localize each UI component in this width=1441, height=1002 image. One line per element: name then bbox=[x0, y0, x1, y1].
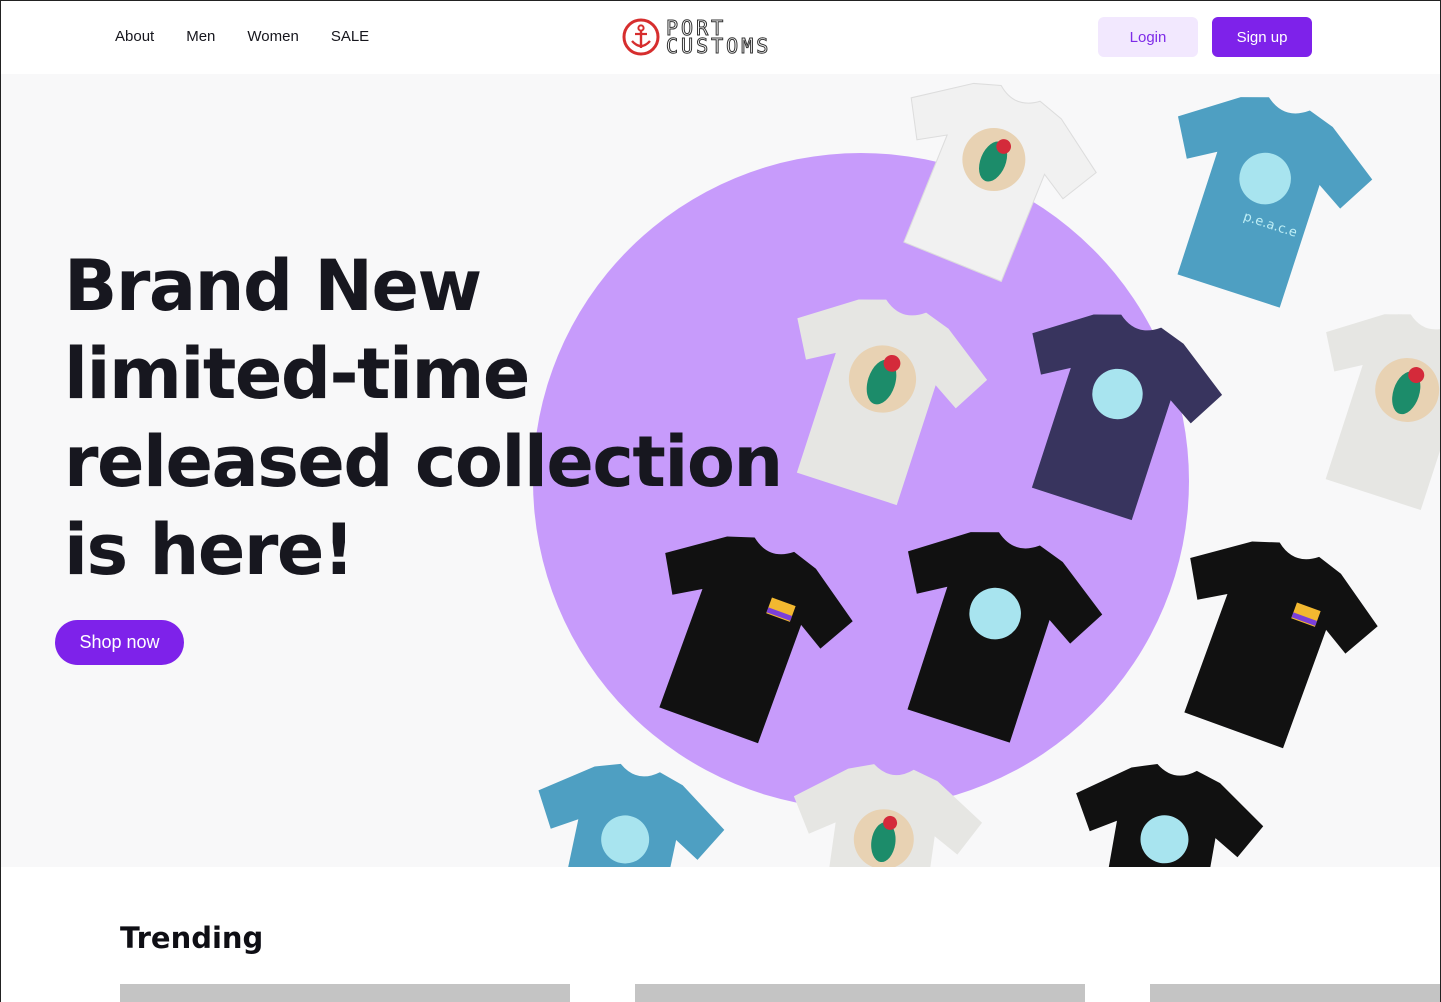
page: About Men Women SALE PORT CUSTOMS Login … bbox=[0, 0, 1441, 1002]
hero-banner: p.e.a.c.e Brand New limited-time release… bbox=[1, 74, 1440, 867]
logo-line-customs: CUSTOMS bbox=[665, 34, 772, 58]
anchor-icon bbox=[622, 18, 660, 56]
login-button[interactable]: Login bbox=[1098, 17, 1198, 57]
main-nav: About Men Women SALE bbox=[115, 28, 401, 45]
nav-women[interactable]: Women bbox=[247, 28, 298, 45]
nav-about[interactable]: About bbox=[115, 28, 154, 45]
trending-heading: Trending bbox=[120, 921, 264, 955]
trending-product-card[interactable] bbox=[120, 984, 570, 1002]
tshirt-black-bottom-image bbox=[1076, 763, 1264, 867]
trending-product-card[interactable] bbox=[635, 984, 1085, 1002]
trending-product-card[interactable] bbox=[1150, 984, 1440, 1002]
signup-button[interactable]: Sign up bbox=[1212, 17, 1312, 57]
shop-now-button[interactable]: Shop now bbox=[55, 620, 184, 665]
nav-sale[interactable]: SALE bbox=[331, 28, 369, 45]
nav-men[interactable]: Men bbox=[186, 28, 215, 45]
hero-title: Brand New limited-time released collecti… bbox=[64, 245, 783, 591]
site-logo[interactable]: PORT CUSTOMS bbox=[621, 17, 771, 57]
site-header: About Men Women SALE PORT CUSTOMS Login … bbox=[1, 1, 1440, 74]
